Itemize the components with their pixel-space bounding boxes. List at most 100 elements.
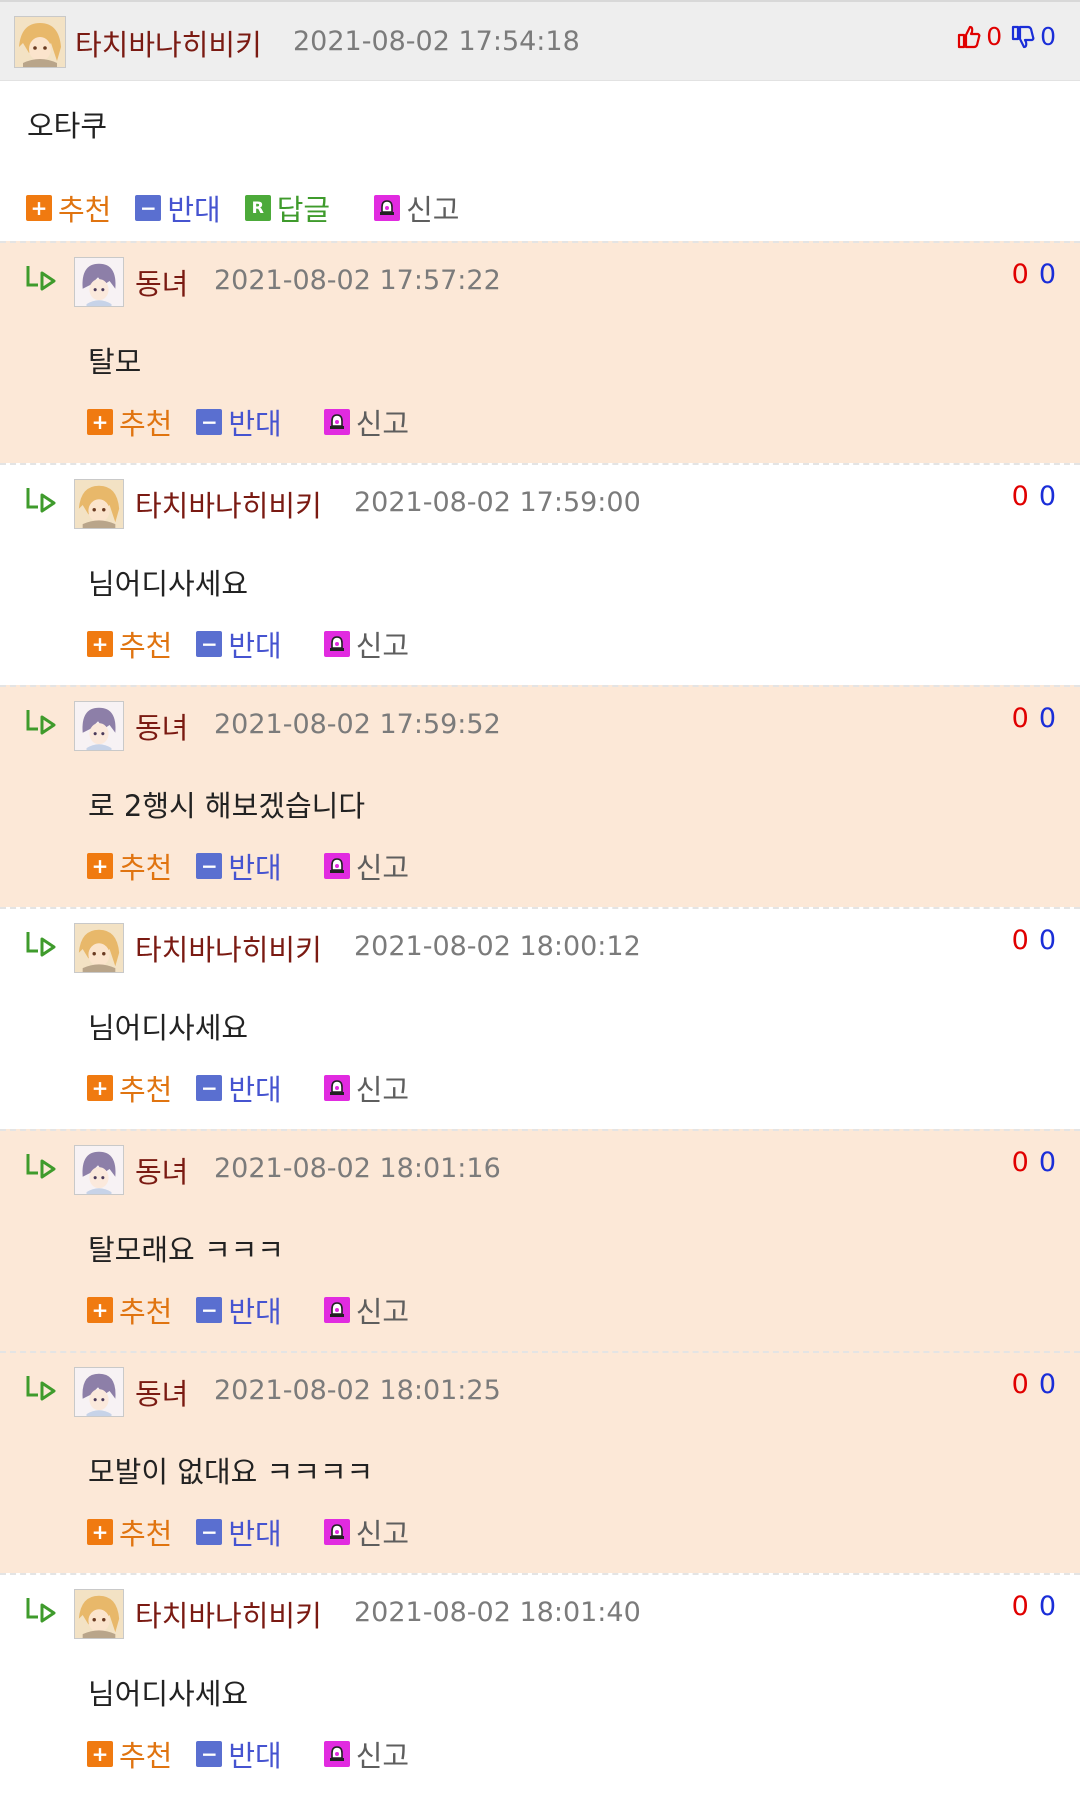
comment-actions: + 추천 − 반대 신고 [87,1733,433,1775]
oppose-button[interactable]: − 반대 [196,1511,282,1553]
oppose-label: 반대 [228,851,282,885]
reply-item: 타치바나히비키 2021-08-02 17:59:00 00 님어디사세요 + … [0,463,1080,685]
vote-counts: 00 [1012,259,1056,290]
comment-date: 2021-08-02 18:00:12 [354,931,641,962]
author-nickname[interactable]: 동녀 [135,1371,188,1413]
reply-item: 동녀 2021-08-02 17:57:22 00 탈모 + 추천 − 반대 신… [0,241,1080,463]
report-button[interactable]: 신고 [323,1067,409,1109]
minus-icon: − [196,853,223,879]
dislike-count[interactable]: 0 [1039,481,1056,512]
oppose-button[interactable]: − 반대 [196,623,282,665]
report-button[interactable]: 신고 [323,623,409,665]
avatar[interactable] [74,479,124,529]
reply-arrow-icon [24,1595,58,1625]
reply-item: 동녀 2021-08-02 18:01:25 00 모발이 없대요 ㅋㅋㅋㅋ +… [0,1351,1080,1573]
comment-date: 2021-08-02 17:59:00 [354,487,641,518]
comment-actions: + 추천 − 반대 신고 [87,1067,433,1109]
oppose-button[interactable]: − 반대 [196,845,282,887]
comment-text: 로 2행시 해보겠습니다 [88,789,366,823]
author-nickname[interactable]: 동녀 [135,1149,188,1191]
recommend-button[interactable]: + 추천 [87,1289,172,1331]
comment-text: 오타쿠 [27,109,108,143]
recommend-button[interactable]: + 추천 [87,1733,172,1775]
like-count[interactable]: 0 [1012,1147,1029,1178]
comment-actions: + 추천 − 반대 신고 [87,1289,433,1331]
reply-arrow-icon [24,1151,58,1181]
report-button[interactable]: 신고 [374,187,460,229]
recommend-button[interactable]: + 추천 [87,1067,172,1109]
thumbs-up-icon[interactable] [956,24,982,50]
like-count[interactable]: 0 [1012,703,1029,734]
author-nickname[interactable]: 타치바나히비키 [135,1593,322,1635]
purple-hair-avatar-icon [75,702,123,750]
recommend-button[interactable]: + 추천 [87,1511,172,1553]
like-count[interactable]: 0 [1012,481,1029,512]
author-nickname[interactable]: 타치바나히비키 [75,22,262,64]
avatar[interactable] [74,923,124,973]
report-button[interactable]: 신고 [323,1289,409,1331]
comment-date: 2021-08-02 18:01:25 [214,1375,501,1406]
report-button[interactable]: 신고 [323,1511,409,1553]
blonde-hair-avatar-icon [75,480,123,528]
dislike-count: 0 [1040,22,1056,51]
avatar[interactable] [74,1589,124,1639]
plus-icon: + [87,1519,113,1545]
oppose-label: 반대 [228,1295,282,1329]
dislike-count[interactable]: 0 [1039,1369,1056,1400]
dislike-count[interactable]: 0 [1039,703,1056,734]
report-button[interactable]: 신고 [323,845,410,887]
comment-text: 탈모래요 ㅋㅋㅋ [88,1233,284,1267]
minus-icon: − [196,1519,223,1545]
dislike-count[interactable]: 0 [1039,925,1056,956]
top-comment-header: 타치바나히비키 2021-08-02 17:54:18 0 0 [0,0,1080,81]
comment-date: 2021-08-02 17:54:18 [293,26,580,57]
author-nickname[interactable]: 타치바나히비키 [135,927,322,969]
recommend-button[interactable]: + 추천 [26,187,111,229]
dislike-count[interactable]: 0 [1039,259,1056,290]
comment-actions: + 추천 − 반대 신고 [87,845,433,887]
report-label: 신고 [355,851,410,885]
like-count[interactable]: 0 [1012,1369,1029,1400]
minus-icon: − [196,1741,223,1767]
author-nickname[interactable]: 동녀 [135,261,188,303]
plus-icon: + [87,1741,113,1767]
dislike-count[interactable]: 0 [1039,1147,1056,1178]
oppose-button[interactable]: − 반대 [135,187,221,229]
oppose-button[interactable]: − 반대 [196,1067,282,1109]
siren-icon [323,1741,350,1767]
oppose-button[interactable]: − 반대 [196,1289,282,1331]
like-count[interactable]: 0 [1012,259,1029,290]
avatar[interactable] [14,16,66,68]
comment-text: 모발이 없대요 ㅋㅋㅋㅋ [88,1455,374,1489]
author-nickname[interactable]: 동녀 [135,705,188,747]
oppose-button[interactable]: − 반대 [196,1733,282,1775]
report-button[interactable]: 신고 [323,1733,409,1775]
recommend-button[interactable]: + 추천 [87,845,172,887]
reply-button[interactable]: R 답글 [244,187,330,229]
like-count[interactable]: 0 [1012,925,1029,956]
author-nickname[interactable]: 타치바나히비키 [135,483,322,525]
plus-icon: + [26,195,52,221]
recommend-label: 추천 [119,1739,173,1773]
plus-icon: + [87,1075,113,1101]
like-count: 0 [986,22,1003,51]
report-button[interactable]: 신고 [323,401,409,443]
minus-icon: − [196,409,223,435]
reply-item: 동녀 2021-08-02 18:01:16 00 탈모래요 ㅋㅋㅋ + 추천 … [0,1129,1080,1351]
recommend-label: 추천 [119,1295,173,1329]
avatar[interactable] [74,701,124,751]
reply-arrow-icon [24,263,58,293]
recommend-button[interactable]: + 추천 [87,623,172,665]
avatar[interactable] [74,257,124,307]
vote-counts: 00 [1012,925,1056,956]
thumbs-down-icon[interactable] [1010,24,1036,50]
avatar[interactable] [74,1145,124,1195]
oppose-button[interactable]: − 반대 [196,401,282,443]
oppose-label: 반대 [228,1517,282,1551]
plus-icon: + [87,853,113,879]
dislike-count[interactable]: 0 [1039,1591,1056,1622]
recommend-button[interactable]: + 추천 [87,401,172,443]
oppose-label: 반대 [228,1073,282,1107]
like-count[interactable]: 0 [1012,1591,1029,1622]
avatar[interactable] [74,1367,124,1417]
